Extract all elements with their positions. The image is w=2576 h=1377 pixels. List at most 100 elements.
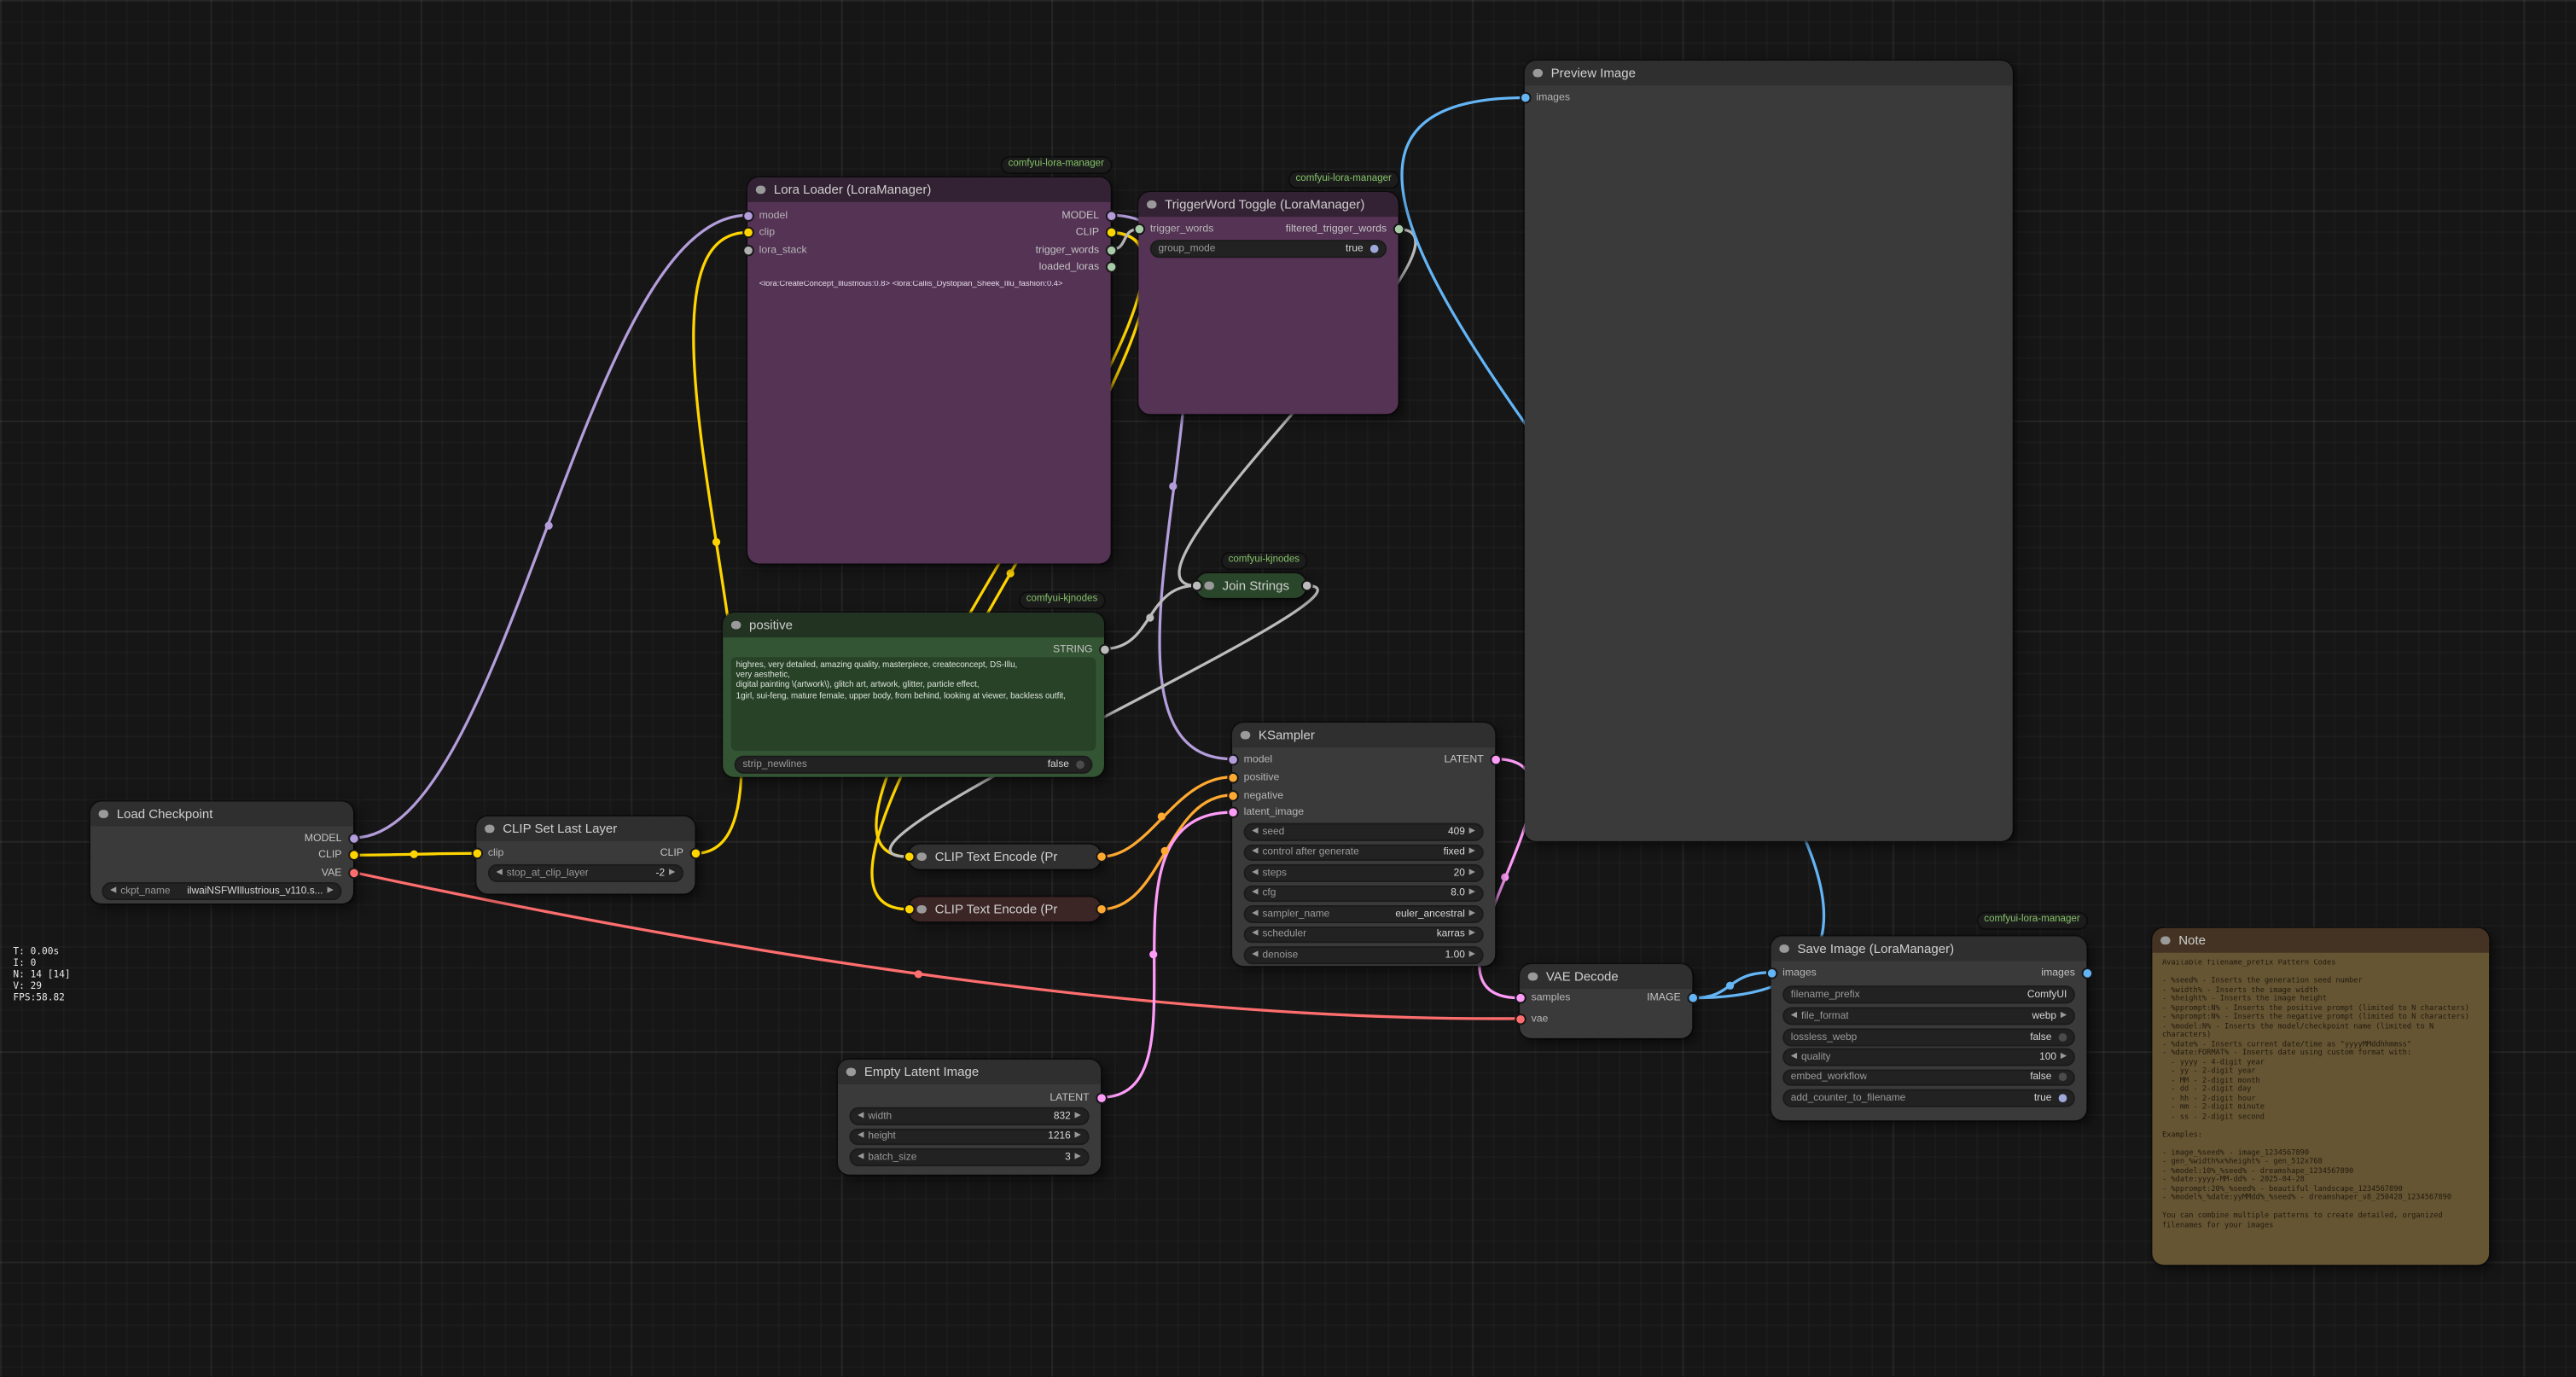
collapse-toggle-icon[interactable]	[485, 824, 494, 834]
node-clip-text-encode-positive[interactable]: CLIP Text Encode (Pr	[909, 845, 1101, 869]
samples-input-port[interactable]	[1514, 992, 1525, 1003]
toggle-off-icon[interactable]	[1077, 760, 1084, 768]
node-title-bar[interactable]: Preview Image	[1525, 61, 2013, 85]
decrement-icon[interactable]: ◀	[1252, 848, 1258, 857]
toggle-on-icon[interactable]	[1370, 245, 1378, 253]
denoise-widget[interactable]: ◀ denoise 1.00 ▶	[1244, 946, 1484, 963]
increment-icon[interactable]: ▶	[1469, 828, 1475, 836]
collapse-toggle-icon[interactable]	[1528, 972, 1538, 981]
node-save-image[interactable]: Save Image (LoraManager) images images f…	[1771, 937, 2087, 1121]
model-input-port[interactable]	[1226, 753, 1237, 764]
clip-output-port[interactable]	[347, 849, 358, 860]
vae-input-port[interactable]	[1514, 1013, 1525, 1024]
collapsed-input-port[interactable]	[903, 903, 914, 915]
node-join-strings[interactable]: Join Strings	[1196, 573, 1306, 598]
collapse-toggle-icon[interactable]	[1532, 68, 1542, 78]
images-input-port[interactable]	[1765, 967, 1776, 978]
scheduler-widget[interactable]: ◀ scheduler karras ▶	[1244, 926, 1484, 943]
increment-icon[interactable]: ▶	[1469, 950, 1475, 959]
prompt-textarea[interactable]: highres, very detailed, amazing quality,…	[731, 657, 1096, 751]
decrement-icon[interactable]: ◀	[1252, 909, 1258, 918]
decrement-icon[interactable]: ◀	[858, 1153, 864, 1161]
vae-output-port[interactable]	[347, 867, 358, 878]
add-counter-to-filename-toggle-widget[interactable]: add_counter_to_filename true	[1782, 1089, 2075, 1107]
strip-newlines-toggle-widget[interactable]: strip_newlines false	[735, 756, 1093, 773]
positive-input-port[interactable]	[1226, 771, 1237, 782]
latent-image-input-port[interactable]	[1226, 806, 1237, 817]
increment-icon[interactable]: ▶	[1469, 930, 1475, 938]
node-ksampler[interactable]: KSampler model positive negative latent_…	[1232, 723, 1495, 966]
latent-output-port[interactable]	[1489, 753, 1500, 764]
increment-icon[interactable]: ▶	[1469, 869, 1475, 877]
loras-text[interactable]: <lora:CreateConcept_Illustrious:0.8> <lo…	[759, 281, 1104, 289]
node-triggerword-toggle[interactable]: TriggerWord Toggle (LoraManager) trigger…	[1138, 192, 1398, 414]
node-title-bar[interactable]: VAE Decode	[1520, 964, 1692, 989]
clip-output-port[interactable]	[1105, 227, 1116, 238]
node-vae-decode[interactable]: VAE Decode samples vae IMAGE	[1520, 964, 1692, 1038]
width-widget[interactable]: ◀ width 832 ▶	[849, 1107, 1089, 1124]
sampler-name-widget[interactable]: ◀ sampler_name euler_ancestral ▶	[1244, 905, 1484, 922]
decrement-icon[interactable]: ◀	[1791, 1053, 1797, 1061]
control-after-generate-widget[interactable]: ◀ control after generate fixed ▶	[1244, 844, 1484, 861]
node-title-bar[interactable]: CLIP Text Encode (Pr	[909, 845, 1101, 869]
increment-icon[interactable]: ▶	[1075, 1132, 1081, 1141]
file-format-widget[interactable]: ◀ file_format webp ▶	[1782, 1007, 2075, 1024]
conditioning-output-port[interactable]	[1095, 903, 1106, 915]
note-textarea[interactable]: Available filename_prefix Pattern Codes …	[2162, 959, 2481, 1259]
increment-icon[interactable]: ▶	[327, 886, 333, 895]
collapse-toggle-icon[interactable]	[1241, 730, 1250, 740]
clip-input-port[interactable]	[741, 227, 753, 238]
node-title-bar[interactable]: CLIP Set Last Layer	[476, 816, 695, 841]
batch-size-widget[interactable]: ◀ batch_size 3 ▶	[849, 1148, 1089, 1165]
increment-icon[interactable]: ▶	[669, 869, 675, 877]
node-title-bar[interactable]: Lora Loader (LoraManager)	[747, 177, 1111, 202]
decrement-icon[interactable]: ◀	[1252, 889, 1258, 898]
collapse-toggle-icon[interactable]	[1204, 581, 1213, 590]
toggle-off-icon[interactable]	[2059, 1033, 2067, 1041]
node-note[interactable]: Note Available filename_prefix Pattern C…	[2152, 928, 2489, 1265]
filtered-trigger-words-output-port[interactable]	[1393, 224, 1404, 235]
collapsed-output-port[interactable]	[1300, 580, 1311, 591]
increment-icon[interactable]: ▶	[1075, 1153, 1081, 1161]
increment-icon[interactable]: ▶	[1469, 889, 1475, 898]
graph-canvas[interactable]: comfyui-lora-manager comfyui-lora-manage…	[0, 0, 2576, 1377]
node-title-bar[interactable]: Empty Latent Image	[838, 1060, 1101, 1084]
decrement-icon[interactable]: ◀	[1252, 930, 1258, 938]
node-preview-image[interactable]: Preview Image images	[1525, 61, 2013, 841]
stop-at-clip-layer-widget[interactable]: ◀ stop_at_clip_layer -2 ▶	[488, 864, 683, 881]
node-title-bar[interactable]: CLIP Text Encode (Pr	[909, 897, 1101, 921]
ckpt-name-widget[interactable]: ◀ ckpt_name ilwaiNSFWIllustrious_v110.s.…	[102, 882, 341, 899]
collapse-toggle-icon[interactable]	[756, 185, 765, 195]
decrement-icon[interactable]: ◀	[110, 886, 116, 895]
embed-workflow-toggle-widget[interactable]: embed_workflow false	[1782, 1069, 2075, 1086]
increment-icon[interactable]: ▶	[1469, 909, 1475, 918]
node-title-bar[interactable]: positive	[723, 613, 1104, 637]
node-clip-set-last-layer[interactable]: CLIP Set Last Layer clip CLIP ◀ stop_at_…	[476, 816, 695, 893]
trigger-words-output-port[interactable]	[1105, 244, 1116, 255]
collapse-toggle-icon[interactable]	[1779, 944, 1788, 954]
collapsed-input-port[interactable]	[903, 851, 914, 862]
images-input-port[interactable]	[1519, 92, 1530, 103]
collapse-toggle-icon[interactable]	[916, 852, 926, 862]
collapse-toggle-icon[interactable]	[99, 810, 108, 819]
node-title-bar[interactable]: KSampler	[1232, 723, 1495, 747]
node-clip-text-encode-negative[interactable]: CLIP Text Encode (Pr	[909, 897, 1101, 921]
trigger-words-input-port[interactable]	[1133, 224, 1144, 235]
cfg-widget[interactable]: ◀ cfg 8.0 ▶	[1244, 885, 1484, 902]
collapsed-input-port[interactable]	[1190, 580, 1201, 591]
decrement-icon[interactable]: ◀	[1252, 950, 1258, 959]
decrement-icon[interactable]: ◀	[1791, 1012, 1797, 1020]
negative-input-port[interactable]	[1226, 789, 1237, 800]
increment-icon[interactable]: ▶	[1075, 1112, 1081, 1120]
node-title-bar[interactable]: Note	[2152, 928, 2489, 953]
decrement-icon[interactable]: ◀	[1252, 869, 1258, 877]
node-title-bar[interactable]: Load Checkpoint	[90, 802, 353, 827]
collapse-toggle-icon[interactable]	[2160, 936, 2170, 945]
clip-output-port[interactable]	[689, 848, 701, 859]
lora-stack-input-port[interactable]	[741, 244, 753, 255]
decrement-icon[interactable]: ◀	[1252, 828, 1258, 836]
quality-widget[interactable]: ◀ quality 100 ▶	[1782, 1048, 2075, 1065]
steps-widget[interactable]: ◀ steps 20 ▶	[1244, 864, 1484, 881]
increment-icon[interactable]: ▶	[2061, 1053, 2067, 1061]
seed-widget[interactable]: ◀ seed 409 ▶	[1244, 823, 1484, 840]
